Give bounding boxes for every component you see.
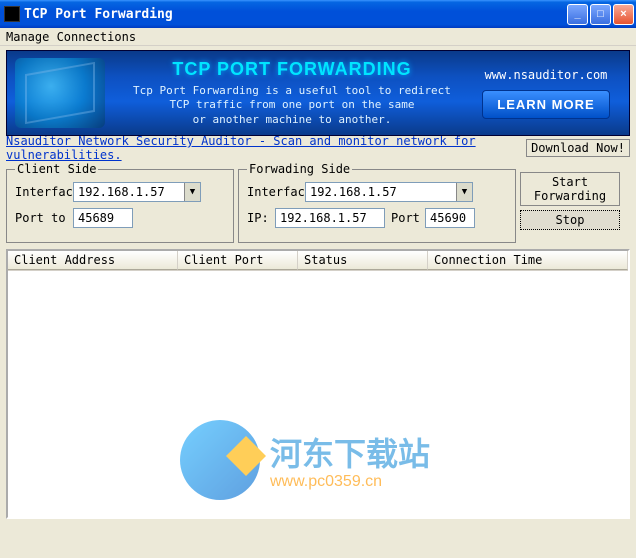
banner: TCP PORT FORWARDING Tcp Port Forwarding … [6, 50, 630, 136]
client-legend: Client Side [15, 162, 98, 176]
banner-right: www.nsauditor.com LEARN MORE [471, 68, 621, 119]
list-header: Client Address Client Port Status Connec… [8, 251, 628, 271]
client-interface-input[interactable] [74, 185, 184, 199]
banner-subtitle: Tcp Port Forwarding is a useful tool to … [113, 84, 471, 127]
titlebar: TCP Port Forwarding _ □ × [0, 0, 636, 28]
minimize-button[interactable]: _ [567, 4, 588, 25]
action-buttons: Start Forwarding Stop [520, 162, 620, 243]
col-connection-time[interactable]: Connection Time [428, 251, 628, 270]
banner-graphic [15, 58, 105, 128]
forward-interface-label: Interfac [247, 185, 299, 199]
stop-button[interactable]: Stop [520, 210, 620, 230]
forward-ip-label: IP: [247, 211, 269, 225]
banner-url: www.nsauditor.com [471, 68, 621, 82]
forward-port-input[interactable] [425, 208, 475, 228]
app-icon [4, 6, 20, 22]
chevron-down-icon[interactable]: ▼ [184, 183, 200, 201]
forward-interface-input[interactable] [306, 185, 456, 199]
download-now-button[interactable]: Download Now! [526, 139, 630, 157]
forwarding-side-group: Forwading Side Interfac ▼ IP: Port [238, 162, 516, 243]
window-title: TCP Port Forwarding [24, 7, 567, 22]
menu-manage-connections[interactable]: Manage Connections [6, 30, 136, 44]
maximize-button[interactable]: □ [590, 4, 611, 25]
col-client-address[interactable]: Client Address [8, 251, 178, 270]
banner-text: TCP PORT FORWARDING Tcp Port Forwarding … [113, 59, 471, 127]
menubar: Manage Connections [0, 28, 636, 46]
start-forwarding-button[interactable]: Start Forwarding [520, 172, 620, 206]
content-area: TCP PORT FORWARDING Tcp Port Forwarding … [0, 46, 636, 523]
banner-title: TCP PORT FORWARDING [113, 59, 471, 80]
client-interface-label: Interfac [15, 185, 67, 199]
learn-more-button[interactable]: LEARN MORE [482, 90, 609, 119]
link-row: Nsauditor Network Security Auditor - Sca… [6, 138, 630, 158]
client-side-group: Client Side Interfac ▼ Port to [6, 162, 234, 243]
forward-port-label: Port [391, 211, 419, 225]
window-buttons: _ □ × [567, 4, 634, 25]
col-client-port[interactable]: Client Port [178, 251, 298, 270]
col-status[interactable]: Status [298, 251, 428, 270]
connection-list: Client Address Client Port Status Connec… [6, 249, 630, 519]
forward-interface-combo[interactable]: ▼ [305, 182, 473, 202]
close-button[interactable]: × [613, 4, 634, 25]
nsauditor-link[interactable]: Nsauditor Network Security Auditor - Sca… [6, 134, 526, 162]
forward-ip-input[interactable] [275, 208, 385, 228]
config-groups: Client Side Interfac ▼ Port to Forwading… [6, 162, 630, 243]
forward-legend: Forwading Side [247, 162, 352, 176]
client-port-label: Port to [15, 211, 67, 225]
client-port-input[interactable] [73, 208, 133, 228]
chevron-down-icon[interactable]: ▼ [456, 183, 472, 201]
client-interface-combo[interactable]: ▼ [73, 182, 201, 202]
